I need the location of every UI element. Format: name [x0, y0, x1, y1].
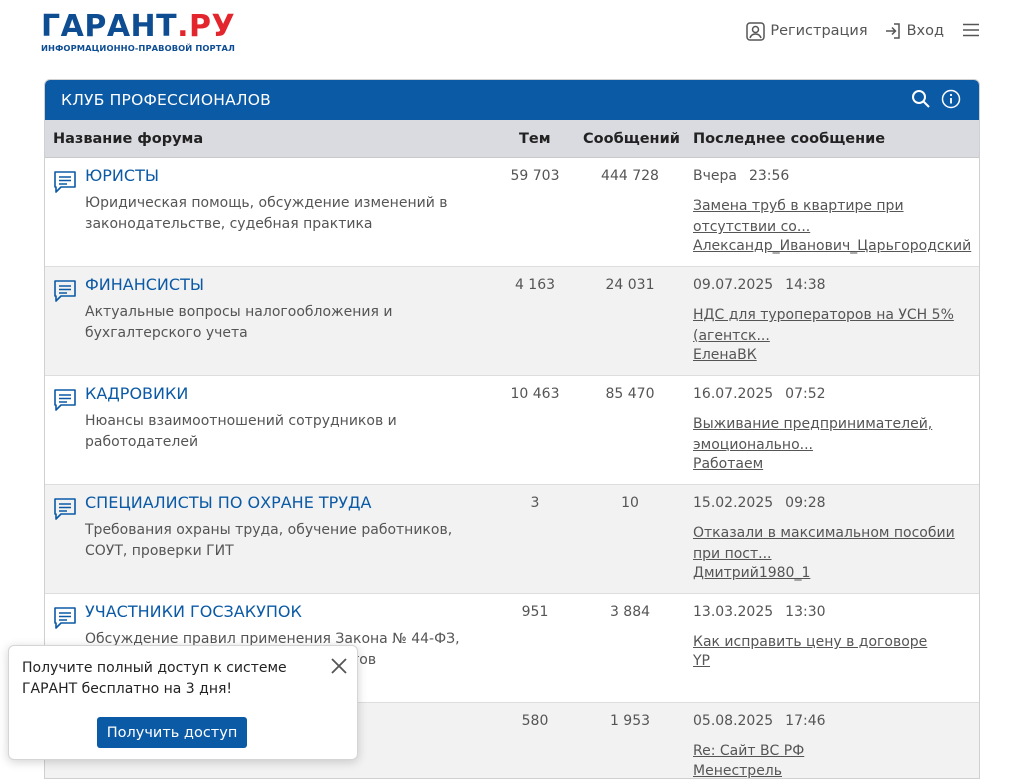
- last-message-datetime: 15.02.2025 09:28: [693, 495, 826, 511]
- last-message-time: 07:52: [785, 386, 826, 402]
- forum-messages-count: 444 728: [601, 168, 659, 184]
- forum-topics-count: 59 703: [510, 168, 560, 184]
- register-label: Регистрация: [770, 23, 868, 39]
- garant-logo[interactable]: ГАРАНТ.РУ ИНФОРМАЦИОННО-ПРАВОВОЙ ПОРТАЛ: [41, 9, 236, 54]
- last-message-author-link[interactable]: Александр_Иванович_Царьгородский: [693, 238, 971, 254]
- last-message-date: 16.07.2025: [693, 386, 774, 402]
- forum-name-link[interactable]: СПЕЦИАЛИСТЫ ПО ОХРАНЕ ТРУДА: [85, 493, 372, 512]
- panel-title: КЛУБ ПРОФЕССИОНАЛОВ: [61, 91, 271, 109]
- logo-wordmark: ГАРАНТ.РУ: [41, 9, 236, 44]
- last-message-author-link[interactable]: Работаем: [693, 456, 763, 472]
- last-message-topic-link[interactable]: Отказали в максимальном пособии при пост…: [693, 523, 973, 565]
- last-message-date: Вчера: [693, 168, 737, 184]
- user-icon: [746, 21, 766, 41]
- forum-row: СПЕЦИАЛИСТЫ ПО ОХРАНЕ ТРУДА Требования ох…: [45, 485, 979, 594]
- last-message-date: 09.07.2025: [693, 277, 774, 293]
- forum-topics-count: 951: [521, 604, 549, 620]
- forum-description: Нюансы взаимоотношений сотрудников и раб…: [85, 413, 397, 450]
- top-bar: ГАРАНТ.РУ ИНФОРМАЦИОННО-ПРАВОВОЙ ПОРТАЛ …: [0, 0, 1024, 62]
- forum-description: Юридическая помощь, обсуждение изменений…: [85, 195, 448, 232]
- forum-name-link[interactable]: КАДРОВИКИ: [85, 384, 188, 403]
- last-message-datetime: 16.07.2025 07:52: [693, 386, 826, 402]
- last-message-time: 14:38: [785, 277, 826, 293]
- register-link[interactable]: Регистрация: [746, 21, 868, 41]
- last-message-date: 13.03.2025: [693, 604, 774, 620]
- menu-icon[interactable]: [962, 22, 980, 41]
- last-message-date: 15.02.2025: [693, 495, 774, 511]
- trial-popup: Получите полный доступ к системе ГАРАНТ …: [8, 645, 358, 760]
- login-link[interactable]: Вход: [884, 22, 944, 40]
- last-message-topic-link[interactable]: Замена труб в квартире при отсутствии со…: [693, 196, 973, 238]
- forum-topics-count: 580: [521, 713, 549, 729]
- logo-subtitle: ИНФОРМАЦИОННО-ПРАВОВОЙ ПОРТАЛ: [41, 43, 235, 53]
- last-message-author-link[interactable]: YP: [693, 653, 710, 669]
- col-topics: Тем: [519, 130, 551, 147]
- close-icon[interactable]: [329, 656, 349, 676]
- table-header: Название форума Тем Сообщений Последнее …: [45, 120, 979, 158]
- info-icon[interactable]: [941, 89, 961, 109]
- forum-icon: [53, 279, 77, 303]
- search-icon[interactable]: [911, 89, 931, 109]
- last-message-time: 23:56: [748, 168, 790, 184]
- forum-row: ФИНАНСИСТЫ Актуальные вопросы налогооблож…: [45, 267, 979, 376]
- forum-messages-count: 10: [621, 495, 639, 511]
- last-message-time: 09:28: [785, 495, 826, 511]
- forum-description: Актуальные вопросы налогообложения и бух…: [85, 304, 393, 341]
- forum-topics-count: 10 463: [510, 386, 560, 402]
- last-message-topic-link[interactable]: Re: Сайт ВС РФ: [693, 741, 973, 762]
- last-message-time: 13:30: [785, 604, 826, 620]
- panel-tools: [911, 89, 961, 109]
- forum-name-link[interactable]: ЮРИСТЫ: [85, 166, 159, 185]
- last-message-topic-link[interactable]: НДС для туроператоров на УСН 5% (агентск…: [693, 305, 973, 347]
- last-message-author-link[interactable]: ЕленаВК: [693, 347, 757, 363]
- forum-row: ЮРИСТЫ Юридическая помощь, обсуждение изм…: [45, 158, 979, 267]
- last-message-date: 05.08.2025: [693, 713, 774, 729]
- forum-topics-count: 3: [530, 495, 540, 511]
- last-message-author-link[interactable]: Дмитрий1980_1: [693, 565, 810, 581]
- last-message-datetime: 09.07.2025 14:38: [693, 277, 826, 293]
- login-label: Вход: [906, 23, 944, 39]
- last-message-datetime: 13.03.2025 13:30: [693, 604, 826, 620]
- forum-name-link[interactable]: УЧАСТНИКИ ГОСЗАКУПОК: [85, 602, 302, 621]
- popup-text: Получите полный доступ к системе ГАРАНТ …: [22, 660, 287, 697]
- forum-messages-count: 1 953: [609, 713, 651, 729]
- get-access-button[interactable]: Получить доступ: [97, 717, 247, 748]
- col-messages: Сообщений: [583, 130, 680, 147]
- forum-messages-count: 85 470: [605, 386, 655, 402]
- panel-header: КЛУБ ПРОФЕССИОНАЛОВ: [45, 80, 979, 120]
- forum-name-link[interactable]: ФИНАНСИСТЫ: [85, 275, 204, 294]
- forum-description: Требования охраны труда, обучение работн…: [85, 522, 453, 559]
- last-message-author-link[interactable]: Менестрель: [693, 763, 782, 778]
- forum-icon: [53, 606, 77, 630]
- header-actions: Регистрация Вход: [746, 20, 980, 42]
- forum-icon: [53, 388, 77, 412]
- last-message-datetime: Вчера 23:56: [693, 168, 789, 184]
- last-message-datetime: 05.08.2025 17:46: [693, 713, 826, 729]
- forum-row: КАДРОВИКИ Нюансы взаимоотношений сотрудни…: [45, 376, 979, 485]
- col-last-message: Последнее сообщение: [693, 130, 886, 147]
- forum-icon: [53, 497, 77, 521]
- last-message-time: 17:46: [785, 713, 826, 729]
- last-message-topic-link[interactable]: Выживание предпринимателей, эмоционально…: [693, 414, 973, 456]
- forum-icon: [53, 170, 77, 194]
- forum-topics-count: 4 163: [514, 277, 556, 293]
- col-forum-name: Название форума: [53, 130, 204, 147]
- last-message-topic-link[interactable]: Как исправить цену в договоре: [693, 632, 973, 653]
- forum-messages-count: 3 884: [609, 604, 651, 620]
- forum-messages-count: 24 031: [605, 277, 655, 293]
- login-icon: [884, 22, 902, 40]
